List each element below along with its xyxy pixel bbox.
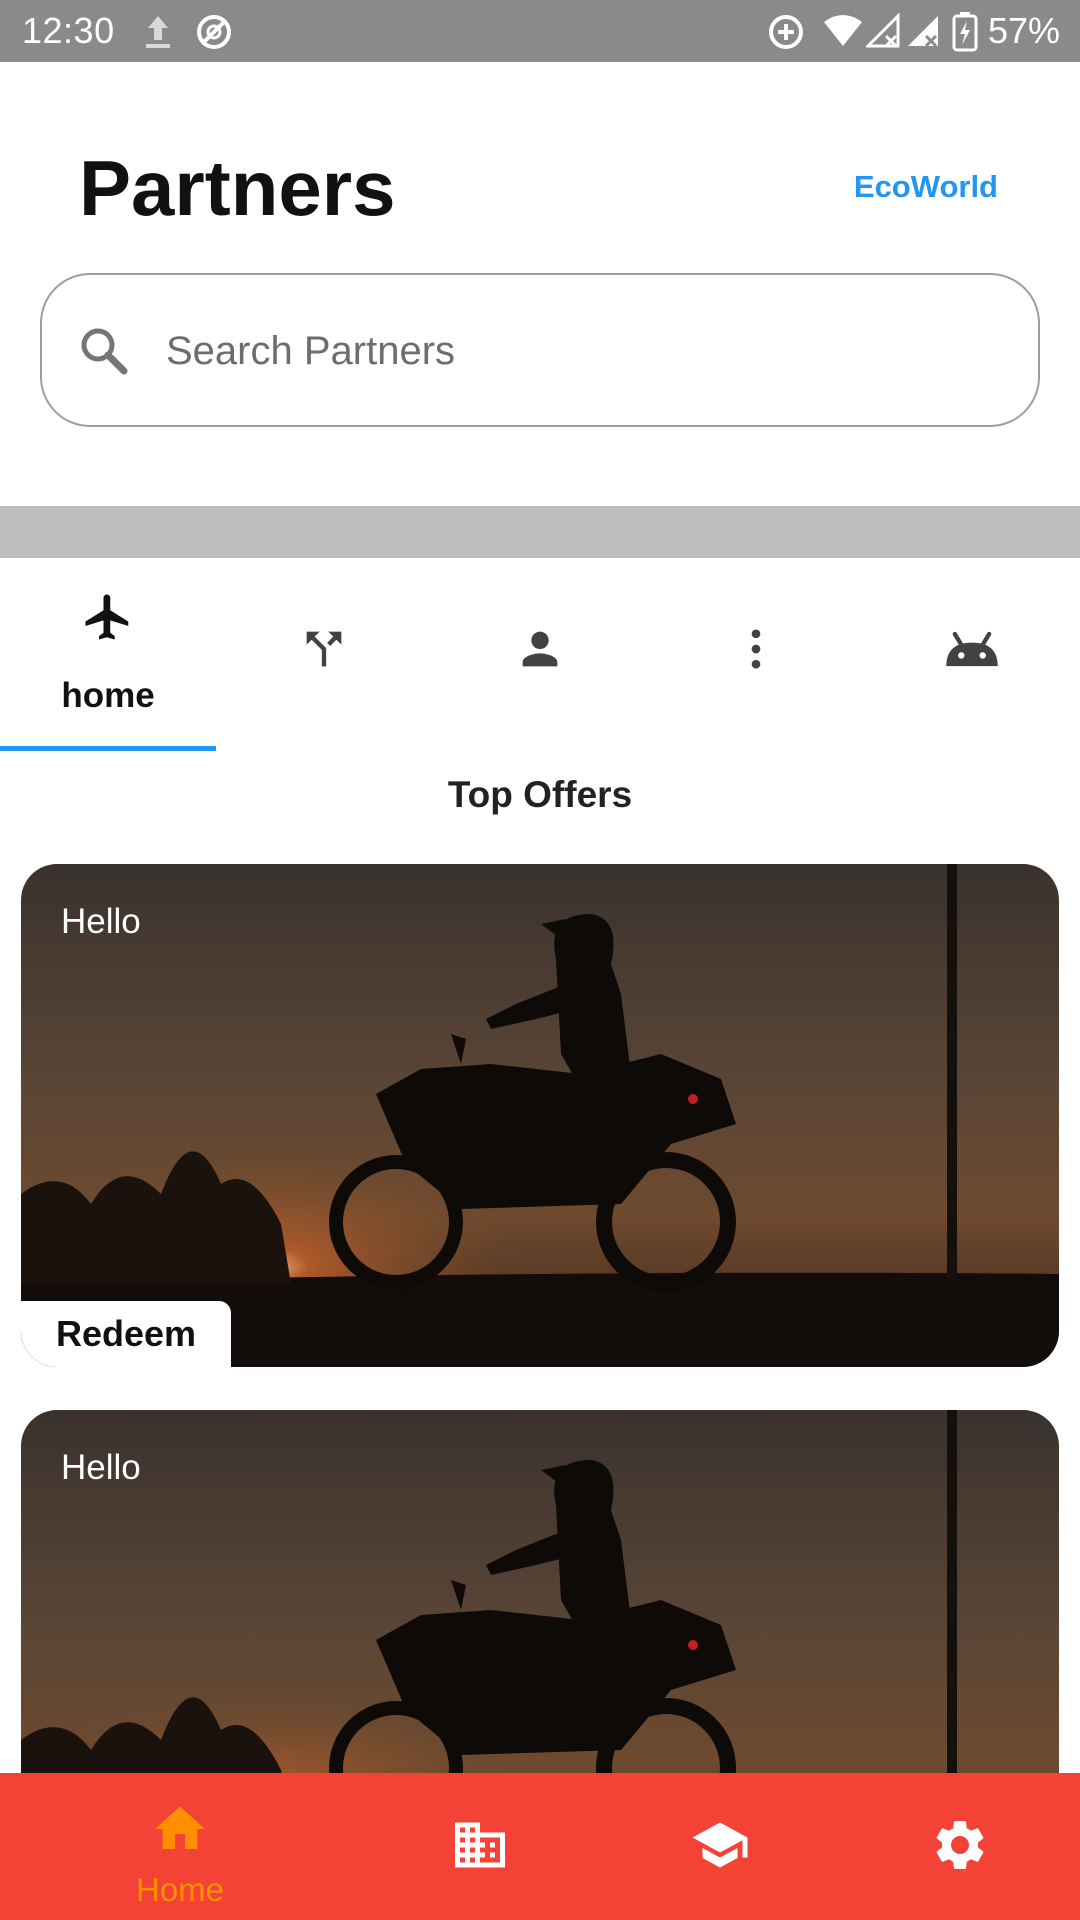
school-icon	[692, 1822, 748, 1868]
settings-icon	[936, 1821, 984, 1869]
status-bar: 12:30 57%	[0, 0, 1080, 62]
tab-split[interactable]	[216, 558, 432, 752]
person-icon	[522, 631, 558, 667]
signal-icon	[908, 16, 938, 48]
tab-bar: home	[0, 558, 1080, 752]
offer-title: Hello	[61, 1448, 141, 1487]
more-vert-icon	[751, 629, 761, 669]
business-icon	[455, 1822, 505, 1868]
android-icon	[946, 631, 998, 667]
signal-icon	[866, 12, 900, 48]
call-split-icon	[306, 631, 342, 667]
offer-image	[21, 864, 1059, 1367]
battery-charging-icon	[952, 12, 978, 52]
tab-android[interactable]	[864, 558, 1080, 752]
tab-indicator	[0, 746, 216, 751]
search-bar[interactable]	[40, 273, 1040, 427]
tab-more[interactable]	[648, 558, 864, 752]
airplane-icon	[85, 594, 129, 640]
section-divider	[0, 506, 1080, 558]
upload-icon	[146, 16, 170, 48]
tab-person[interactable]	[432, 558, 648, 752]
tab-home[interactable]: home	[0, 558, 216, 752]
nav-item-settings[interactable]	[840, 1773, 1080, 1920]
bottom-navigation: Home	[0, 1773, 1080, 1920]
offer-card[interactable]: Hello Redeem	[21, 864, 1059, 1367]
search-input[interactable]	[166, 315, 986, 387]
page-title: Partners	[79, 144, 396, 232]
status-time: 12:30	[22, 10, 115, 51]
home-icon	[155, 1806, 205, 1849]
nav-item-school[interactable]	[600, 1773, 840, 1920]
wifi-icon	[824, 15, 862, 46]
nav-item-business[interactable]	[360, 1773, 600, 1920]
tab-label: home	[61, 676, 155, 715]
battery-percent: 57%	[987, 10, 1060, 51]
ecoworld-link[interactable]: EcoWorld	[854, 169, 998, 205]
search-icon	[81, 328, 128, 375]
vpn-icon	[197, 15, 231, 49]
offer-title: Hello	[61, 902, 141, 941]
redeem-button[interactable]: Redeem	[21, 1301, 231, 1367]
section-title: Top Offers	[447, 774, 633, 815]
nav-label: Home	[135, 1871, 225, 1908]
nav-item-home[interactable]: Home	[60, 1773, 300, 1920]
data-saver-icon	[769, 15, 803, 49]
